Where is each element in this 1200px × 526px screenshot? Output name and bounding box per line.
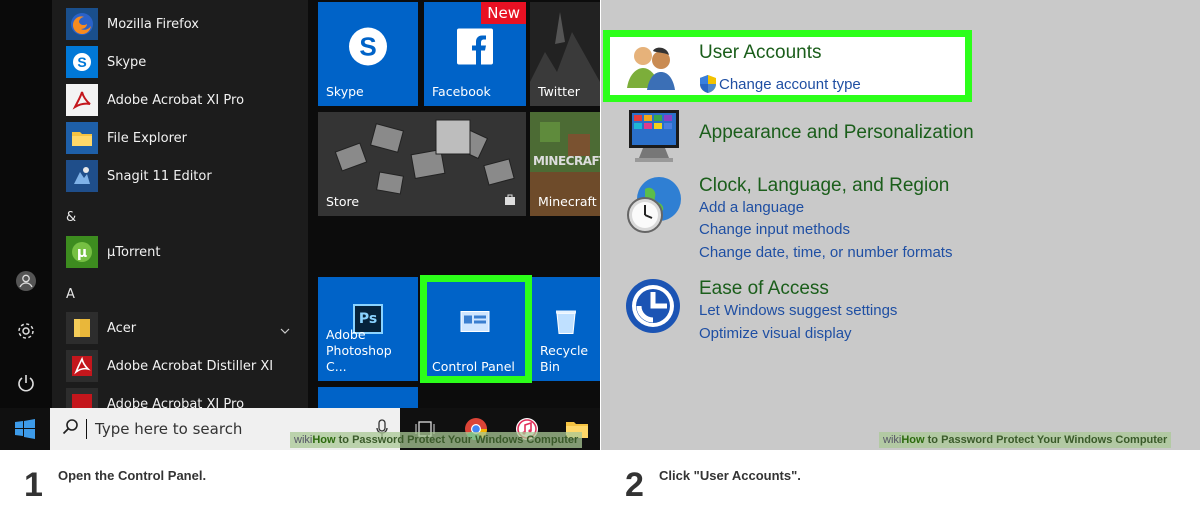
app-label: Acer: [107, 320, 137, 336]
step-caption-2: 2 Click "User Accounts".: [601, 450, 1200, 526]
app-label: µTorrent: [107, 244, 161, 260]
watermark-how: How: [312, 434, 336, 446]
start-menu-panel: Mozilla Firefox S Skype Adobe Acrobat XI…: [0, 0, 600, 450]
step-text: Click "User Accounts".: [659, 468, 801, 483]
watermark-wiki: wiki: [883, 434, 902, 446]
app-label: Skype: [107, 54, 147, 70]
tile-label: Adobe Photoshop C...: [326, 327, 392, 374]
user-accounts-link[interactable]: User Accounts: [699, 42, 822, 64]
appearance-monitor-icon: [629, 110, 679, 162]
link-label: Change account type: [719, 75, 861, 93]
tile-twitter[interactable]: Twitter: [530, 2, 600, 106]
wikihow-watermark: wikiHow to Password Protect Your Windows…: [290, 432, 583, 448]
app-label: Snagit 11 Editor: [107, 168, 212, 184]
tile-skype[interactable]: S Skype: [318, 2, 418, 106]
tile-label: Store: [326, 194, 360, 209]
text-cursor: [86, 419, 87, 439]
step-number: 1: [24, 466, 43, 504]
start-menu-rail: [0, 0, 52, 408]
step-number: 2: [625, 466, 644, 504]
ease-of-access-link[interactable]: Ease of Access: [699, 278, 829, 300]
store-bag-icon: [504, 193, 516, 208]
step-caption-1: 1 Open the Control Panel.: [0, 450, 600, 526]
tile-label: Skype: [326, 84, 364, 99]
acrobat-icon: [66, 84, 98, 116]
ease-of-access-icon: [626, 279, 680, 333]
svg-text:µ: µ: [77, 245, 87, 261]
control-panel-highlight: [420, 275, 532, 383]
tile-partial[interactable]: [318, 387, 418, 408]
folder-icon: [66, 122, 98, 154]
app-item-snagit[interactable]: Snagit 11 Editor: [66, 159, 306, 193]
app-label: Adobe Acrobat XI Pro: [107, 92, 245, 108]
settings-gear-icon[interactable]: [13, 318, 39, 344]
app-item-acrobat-distiller[interactable]: Adobe Acrobat Distiller XI: [66, 349, 306, 383]
appearance-personalization-link[interactable]: Appearance and Personalization: [699, 122, 974, 144]
optimize-visual-display-link[interactable]: Optimize visual display: [699, 325, 852, 342]
tile-recycle-bin[interactable]: Recycle Bin: [532, 277, 600, 381]
search-icon: [62, 418, 80, 441]
tile-minecraft[interactable]: MINECRAFT Minecraft: [530, 112, 600, 216]
watermark-wiki: wiki: [294, 434, 313, 446]
change-account-type-link[interactable]: Change account type: [699, 74, 861, 94]
minecraft-logo: MINECRAFT: [533, 154, 600, 168]
new-badge: New: [481, 2, 526, 24]
recycle-bin-icon: [553, 307, 579, 338]
search-placeholder: Type here to search: [95, 420, 243, 438]
app-item-acer[interactable]: Acer: [66, 311, 306, 345]
tile-store[interactable]: Store: [318, 112, 526, 216]
app-label: Mozilla Firefox: [107, 16, 199, 32]
app-item-firefox[interactable]: Mozilla Firefox: [66, 7, 306, 41]
tile-facebook[interactable]: New Facebook: [424, 2, 526, 106]
tile-photoshop[interactable]: Ps Adobe Photoshop C...: [318, 277, 418, 381]
clock-globe-icon: [627, 177, 681, 233]
app-label: Adobe Acrobat Distiller XI: [107, 358, 274, 374]
folder-icon: [66, 312, 98, 344]
watermark-text: to Password Protect Your Windows Compute…: [924, 434, 1168, 446]
app-item-acrobat-pro[interactable]: Adobe Acrobat XI Pro: [66, 83, 306, 117]
step-text: Open the Control Panel.: [58, 468, 207, 483]
uac-shield-icon: [700, 75, 716, 93]
app-item-skype[interactable]: S Skype: [66, 45, 306, 79]
tile-label: Facebook: [432, 84, 491, 99]
power-icon[interactable]: [13, 370, 39, 396]
change-date-time-formats-link[interactable]: Change date, time, or number formats: [699, 244, 952, 261]
facebook-icon: [457, 28, 493, 67]
chevron-down-icon[interactable]: [280, 323, 290, 338]
add-language-link[interactable]: Add a language: [699, 199, 804, 216]
svg-text:S: S: [359, 31, 376, 61]
app-list: Mozilla Firefox S Skype Adobe Acrobat XI…: [52, 0, 308, 420]
svg-text:S: S: [77, 54, 86, 70]
app-label: File Explorer: [107, 130, 188, 146]
firefox-icon: [66, 8, 98, 40]
wikihow-watermark: wikiHow to Password Protect Your Windows…: [879, 432, 1172, 448]
section-header-amp[interactable]: &: [66, 210, 76, 225]
app-item-utorrent[interactable]: µ µTorrent: [66, 235, 306, 269]
watermark-text: to Password Protect Your Windows Compute…: [335, 434, 579, 446]
user-icon[interactable]: [13, 268, 39, 294]
app-item-file-explorer[interactable]: File Explorer: [66, 121, 306, 155]
snagit-icon: [66, 160, 98, 192]
skype-icon: S: [347, 25, 389, 70]
tile-label: Twitter: [538, 84, 580, 99]
section-header-a[interactable]: A: [66, 287, 75, 302]
control-panel-window: User Accounts Change account type Appear…: [601, 0, 1200, 450]
clock-language-region-link[interactable]: Clock, Language, and Region: [699, 175, 949, 197]
windows-start-icon[interactable]: [0, 408, 50, 450]
wikihow-step-image: Mozilla Firefox S Skype Adobe Acrobat XI…: [0, 0, 1200, 526]
skype-icon: S: [66, 46, 98, 78]
utorrent-icon: µ: [66, 236, 98, 268]
users-icon: [627, 47, 675, 90]
tile-label: Minecraft: [538, 194, 597, 209]
acrobat-icon: [66, 350, 98, 382]
watermark-how: How: [901, 434, 925, 446]
change-input-methods-link[interactable]: Change input methods: [699, 221, 850, 238]
let-windows-suggest-settings-link[interactable]: Let Windows suggest settings: [699, 302, 897, 319]
tile-label: Recycle Bin: [540, 343, 589, 374]
